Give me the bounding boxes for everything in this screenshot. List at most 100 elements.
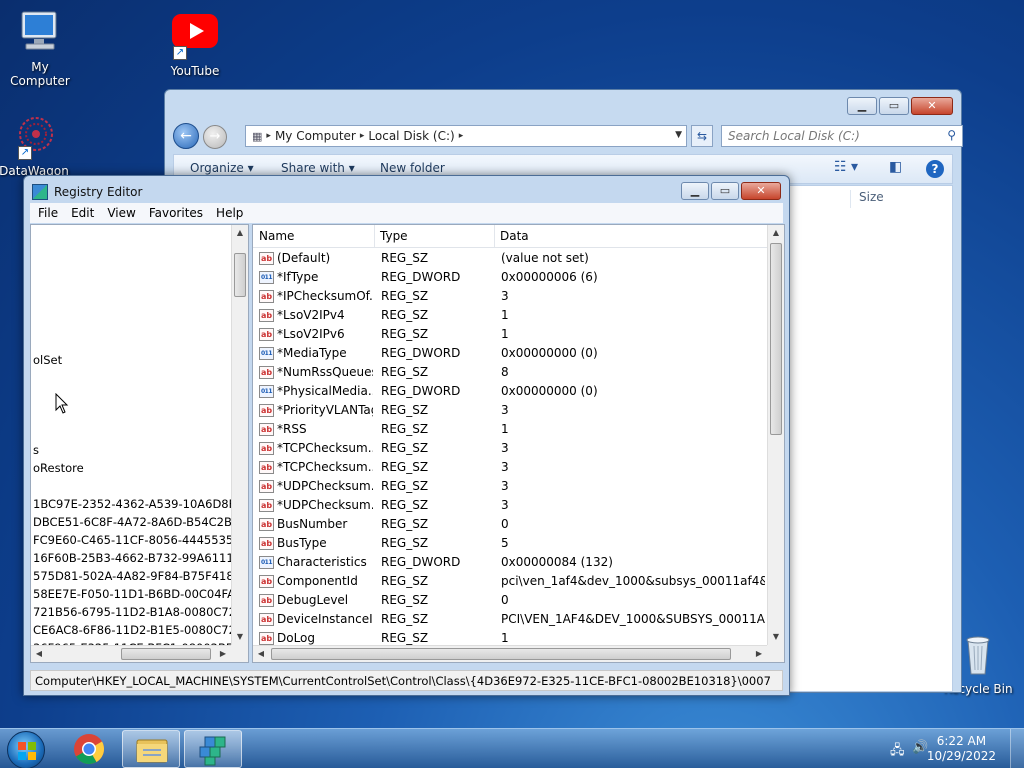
shortcut-arrow-icon: ↗ xyxy=(173,46,187,60)
scroll-thumb[interactable] xyxy=(121,648,211,660)
menu-view[interactable]: View xyxy=(107,206,135,220)
search-input[interactable]: Search Local Disk (C:) ⚲ xyxy=(721,125,963,147)
search-icon[interactable]: ⚲ xyxy=(947,128,956,142)
table-row[interactable]: 011 *PhysicalMedia... REG_DWORD 0x000000… xyxy=(253,382,767,401)
help-icon[interactable]: ? xyxy=(926,160,944,178)
minimize-button[interactable]: ▁ xyxy=(847,97,877,115)
value-type: REG_SZ xyxy=(381,251,429,265)
maximize-button[interactable]: ▭ xyxy=(711,182,739,200)
close-button[interactable]: ✕ xyxy=(911,97,953,115)
table-row[interactable]: ab *UDPChecksum... REG_SZ 3 xyxy=(253,477,767,496)
taskbar-chrome-button[interactable] xyxy=(60,730,118,768)
tree-item[interactable]: oRestore xyxy=(33,461,84,475)
tree-vertical-scrollbar[interactable]: ▲ ▼ xyxy=(231,225,248,645)
table-row[interactable]: ab *LsoV2IPv6 REG_SZ 1 xyxy=(253,325,767,344)
table-row[interactable]: ab *NumRssQueues REG_SZ 8 xyxy=(253,363,767,382)
tree-item[interactable]: 575D81-502A-4A82-9F84-B75F418C5D xyxy=(33,569,248,583)
tree-item[interactable]: olSet xyxy=(33,353,62,367)
scroll-thumb[interactable] xyxy=(271,648,731,660)
scroll-down-icon[interactable]: ▼ xyxy=(768,629,784,645)
tree-item[interactable]: s xyxy=(33,443,39,457)
table-row[interactable]: 011 *IfType REG_DWORD 0x00000006 (6) xyxy=(253,268,767,287)
table-row[interactable]: 011 *MediaType REG_DWORD 0x00000000 (0) xyxy=(253,344,767,363)
share-with-menu[interactable]: Share with ▾ xyxy=(281,161,355,175)
refresh-icon[interactable]: ⇆ xyxy=(691,125,713,147)
preview-pane-icon[interactable]: ◧ xyxy=(889,159,902,175)
value-name: *UDPChecksum... xyxy=(277,479,373,493)
values-list-pane[interactable]: Name Type Data ab (Default) REG_SZ (valu… xyxy=(252,224,785,663)
column-header-data[interactable]: Data xyxy=(500,229,529,247)
chevron-down-icon[interactable]: ▼ xyxy=(675,130,682,140)
menu-edit[interactable]: Edit xyxy=(71,206,94,220)
table-row[interactable]: ab *TCPChecksum... REG_SZ 3 xyxy=(253,458,767,477)
value-data: 0x00000084 (132) xyxy=(501,555,613,569)
network-icon[interactable]: 🖧 xyxy=(890,741,905,763)
organize-menu[interactable]: Organize ▾ xyxy=(190,161,254,175)
scroll-right-icon[interactable]: ▶ xyxy=(751,646,767,662)
change-view-icon[interactable]: ☷ ▾ xyxy=(834,159,858,175)
back-arrow-icon[interactable]: ← xyxy=(173,123,199,149)
clock[interactable]: 6:22 AM 10/29/2022 xyxy=(927,734,996,764)
column-header-name[interactable]: Name xyxy=(259,229,294,247)
start-button[interactable] xyxy=(7,731,45,768)
desktop-icon-youtube[interactable]: ↗ YouTube xyxy=(155,12,235,78)
table-row[interactable]: ab *LsoV2IPv4 REG_SZ 1 xyxy=(253,306,767,325)
address-bar[interactable]: ▦ ▸ My Computer ▸ Local Disk (C:) ▸ ▼ xyxy=(245,125,687,147)
column-header-size[interactable]: Size xyxy=(850,190,884,208)
table-row[interactable]: ab *IPChecksumOf... REG_SZ 3 xyxy=(253,287,767,306)
scroll-left-icon[interactable]: ◀ xyxy=(253,646,269,662)
value-name: *TCPChecksum... xyxy=(277,441,373,455)
table-row[interactable]: ab (Default) REG_SZ (value not set) xyxy=(253,249,767,268)
table-row[interactable]: ab BusType REG_SZ 5 xyxy=(253,534,767,553)
key-tree-pane[interactable]: olSet s oRestore 1BC97E-2352-4362-A539-1… xyxy=(30,224,249,663)
table-row[interactable]: ab DebugLevel REG_SZ 0 xyxy=(253,591,767,610)
values-horizontal-scrollbar[interactable]: ◀ ▶ xyxy=(253,645,767,662)
value-name: *IPChecksumOf... xyxy=(277,289,373,303)
table-row[interactable]: ab BusNumber REG_SZ 0 xyxy=(253,515,767,534)
table-row[interactable]: ab *PriorityVLANTag REG_SZ 3 xyxy=(253,401,767,420)
scroll-thumb[interactable] xyxy=(770,243,782,435)
table-row[interactable]: 011 Characteristics REG_DWORD 0x00000084… xyxy=(253,553,767,572)
show-desktop-button[interactable] xyxy=(1010,729,1024,768)
registry-path: Computer\HKEY_LOCAL_MACHINE\SYSTEM\Curre… xyxy=(35,674,771,688)
tree-horizontal-scrollbar[interactable]: ◀ ▶ xyxy=(31,645,231,662)
table-row[interactable]: ab *UDPChecksum... REG_SZ 3 xyxy=(253,496,767,515)
maximize-button[interactable]: ▭ xyxy=(879,97,909,115)
table-row[interactable]: ab *RSS REG_SZ 1 xyxy=(253,420,767,439)
column-divider[interactable] xyxy=(374,225,375,247)
scroll-right-icon[interactable]: ▶ xyxy=(215,646,231,662)
tree-item[interactable]: FC9E60-C465-11CF-8056-44455354000 xyxy=(33,533,248,547)
scroll-thumb[interactable] xyxy=(234,253,246,297)
new-folder-button[interactable]: New folder xyxy=(380,161,445,175)
column-header-type[interactable]: Type xyxy=(380,229,408,247)
scroll-up-icon[interactable]: ▲ xyxy=(768,225,784,241)
volume-icon[interactable]: 🔊 xyxy=(912,740,928,755)
tree-item[interactable]: 16F60B-25B3-4662-B732-99A6111EDC xyxy=(33,551,248,565)
taskbar-regedit-button[interactable] xyxy=(184,730,242,768)
tree-item[interactable]: 1BC97E-2352-4362-A539-10A6D8FF75 xyxy=(33,497,248,511)
breadcrumb-my-computer[interactable]: My Computer xyxy=(275,129,356,143)
menu-file[interactable]: File xyxy=(38,206,58,220)
registry-editor-window[interactable]: Registry Editor ▁ ▭ ✕ File Edit View Fav… xyxy=(23,175,790,696)
desktop-icon-my-computer[interactable]: My Computer xyxy=(0,8,80,88)
tree-item[interactable]: DBCE51-6C8F-4A72-8A6D-B54C2B4F0 xyxy=(33,515,248,529)
desktop-icon-datawagon[interactable]: ↗ DataWagon xyxy=(0,112,74,178)
table-row[interactable]: ab *TCPChecksum... REG_SZ 3 xyxy=(253,439,767,458)
scroll-down-icon[interactable]: ▼ xyxy=(232,629,248,645)
table-row[interactable]: ab DeviceInstanceID REG_SZ PCI\VEN_1AF4&… xyxy=(253,610,767,629)
menu-favorites[interactable]: Favorites xyxy=(149,206,203,220)
tree-item[interactable]: 58EE7E-F050-11D1-B6BD-00C04FA372 xyxy=(33,587,248,601)
scroll-up-icon[interactable]: ▲ xyxy=(232,225,248,241)
column-divider[interactable] xyxy=(494,225,495,247)
minimize-button[interactable]: ▁ xyxy=(681,182,709,200)
table-row[interactable]: ab ComponentId REG_SZ pci\ven_1af4&dev_1… xyxy=(253,572,767,591)
scroll-left-icon[interactable]: ◀ xyxy=(31,646,47,662)
tree-item[interactable]: 721B56-6795-11D2-B1A8-0080C72E74 xyxy=(33,605,248,619)
forward-arrow-icon[interactable]: → xyxy=(203,125,227,149)
taskbar-explorer-button[interactable] xyxy=(122,730,180,768)
tree-item[interactable]: CE6AC8-6F86-11D2-B1E5-0080C72E74 xyxy=(33,623,248,637)
breadcrumb-local-disk[interactable]: Local Disk (C:) xyxy=(368,129,454,143)
menu-help[interactable]: Help xyxy=(216,206,243,220)
values-vertical-scrollbar[interactable]: ▲ ▼ xyxy=(767,225,784,645)
close-button[interactable]: ✕ xyxy=(741,182,781,200)
